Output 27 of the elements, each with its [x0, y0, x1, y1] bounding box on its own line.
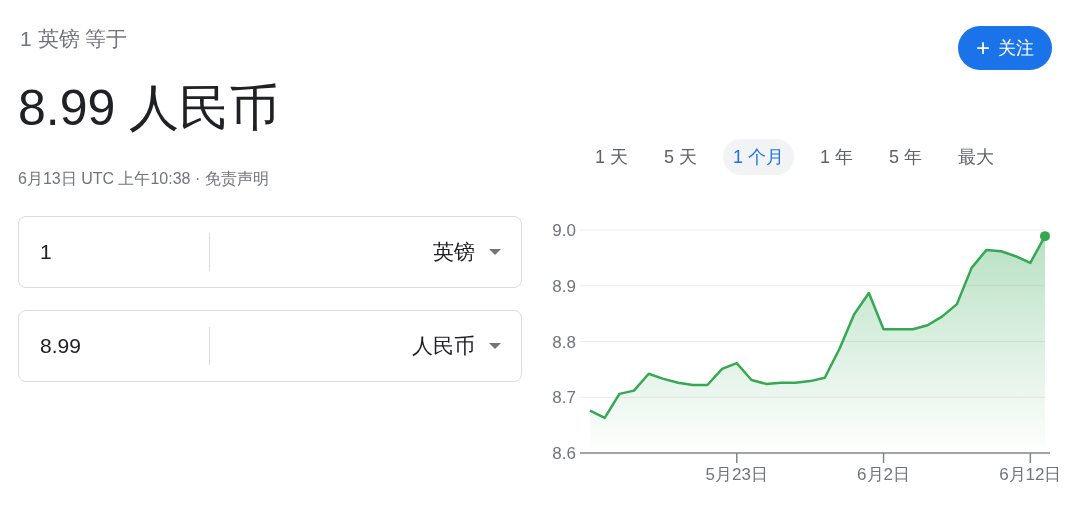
axis-label: 8.8: [552, 332, 576, 352]
timestamp-text: 6月13日 UTC 上午10:38 ·: [18, 169, 202, 189]
axis-label: 8.9: [552, 276, 576, 296]
currency-dropdown[interactable]: 英镑: [210, 232, 521, 272]
currency-dropdown[interactable]: 人民币: [210, 326, 521, 366]
conversion-result: 8.99 人民币: [18, 79, 281, 138]
caret-icon: [489, 343, 501, 349]
range-tab[interactable]: 5 年: [879, 139, 933, 175]
axis-label: 5月23日: [705, 465, 768, 484]
disclaimer-link[interactable]: 免责声明: [204, 168, 269, 190]
range-tab[interactable]: 1 年: [810, 139, 864, 175]
caret-icon: [489, 249, 501, 255]
plus-icon: +: [976, 36, 990, 60]
amount-field[interactable]: 8.99: [19, 326, 209, 366]
axis-label: 9.0: [552, 221, 576, 240]
range-tab[interactable]: 5 天: [654, 139, 708, 175]
amount-field[interactable]: 1: [19, 232, 209, 272]
range-tab[interactable]: 1 个月: [723, 139, 795, 175]
axis-label: 6月12日: [999, 465, 1062, 484]
range-tab[interactable]: 1 天: [585, 139, 638, 175]
follow-button[interactable]: + 关注: [958, 26, 1052, 70]
axis-label: 6月2日: [857, 465, 910, 484]
axis-label: 8.6: [552, 444, 576, 463]
conversion-subtitle: 1 英镑 等于: [19, 26, 129, 52]
range-tab[interactable]: 最大: [948, 139, 1005, 175]
axis-label: 8.7: [552, 388, 576, 408]
latest-point-marker: [1040, 231, 1050, 242]
